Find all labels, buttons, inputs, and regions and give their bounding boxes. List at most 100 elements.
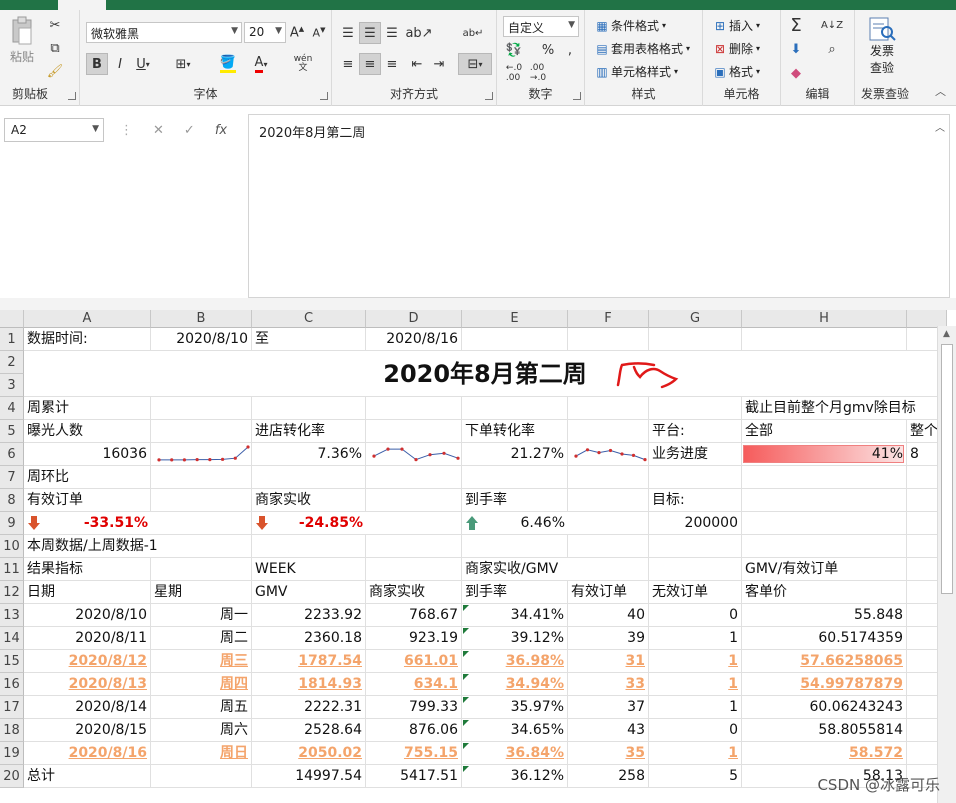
cut-button[interactable]: ✂ xyxy=(44,14,66,36)
cell-empty[interactable] xyxy=(366,489,462,512)
cell-g9[interactable]: 200000 xyxy=(649,512,742,535)
column-header-g[interactable]: G xyxy=(649,310,742,328)
table-cell[interactable]: 40 xyxy=(568,604,649,627)
number-launcher-icon[interactable] xyxy=(573,92,581,100)
name-box[interactable]: A2 ▼ xyxy=(4,118,104,142)
column-header-e[interactable]: E xyxy=(462,310,568,328)
conditional-format-button[interactable]: ▦ 条件格式 ▾ xyxy=(593,17,666,34)
number-format-select[interactable]: 自定义 ▼ xyxy=(503,16,579,37)
cell-c1[interactable]: 至 xyxy=(252,328,366,351)
table-cell[interactable]: 1 xyxy=(649,650,742,673)
border-button[interactable]: ⊞ ▾ xyxy=(172,53,194,75)
font-name-select[interactable]: 微软雅黑 ▼ xyxy=(86,22,242,43)
insert-cells-button[interactable]: ⊞ 插入 ▾ xyxy=(711,17,760,34)
table-cell[interactable]: 39.12% xyxy=(462,627,568,650)
align-left-button[interactable]: ≡ xyxy=(337,53,359,75)
cell-empty[interactable] xyxy=(742,535,907,558)
fill-button[interactable]: ⬇ xyxy=(785,38,807,60)
table-header-h[interactable]: 客单价 xyxy=(742,581,907,604)
clear-button[interactable]: ◆ xyxy=(785,62,807,84)
align-center-button[interactable]: ≡ xyxy=(359,53,381,75)
table-cell[interactable]: 661.01 xyxy=(366,650,462,673)
invoice-check-button[interactable]: 发票 查验 xyxy=(867,16,897,76)
cell-empty[interactable] xyxy=(252,535,366,558)
table-cell[interactable]: 36.98% xyxy=(462,650,568,673)
table-cell[interactable]: 2222.31 xyxy=(252,696,366,719)
bold-button[interactable]: B xyxy=(86,53,108,75)
table-cell[interactable]: 0 xyxy=(649,719,742,742)
row-header-15[interactable]: 15 xyxy=(0,650,24,673)
orientation-button[interactable]: ab↗ xyxy=(405,22,432,44)
cell-c6[interactable]: 7.36% xyxy=(252,443,366,466)
row-header-19[interactable]: 19 xyxy=(0,742,24,765)
row-header-18[interactable]: 18 xyxy=(0,719,24,742)
row-header-7[interactable]: 7 xyxy=(0,466,24,489)
cell-c8[interactable]: 商家实收 xyxy=(252,489,366,512)
table-cell[interactable]: 1 xyxy=(649,696,742,719)
cell-empty[interactable] xyxy=(252,466,366,489)
cell-empty[interactable] xyxy=(462,328,568,351)
table-header-b[interactable]: 星期 xyxy=(151,581,252,604)
table-cell[interactable]: 755.15 xyxy=(366,742,462,765)
cancel-icon[interactable]: ✕ xyxy=(153,123,164,138)
table-cell[interactable]: 799.33 xyxy=(366,696,462,719)
phonetic-button[interactable]: wén 文 xyxy=(292,53,314,75)
table-cell[interactable]: 2233.92 xyxy=(252,604,366,627)
grow-font-button[interactable]: A▲ xyxy=(286,22,308,44)
italic-button[interactable]: I xyxy=(109,53,131,75)
cell-empty[interactable] xyxy=(649,397,742,420)
table-cell[interactable]: 周一 xyxy=(151,604,252,627)
table-cell[interactable]: 周四 xyxy=(151,673,252,696)
table-cell[interactable]: 周六 xyxy=(151,719,252,742)
cell-empty[interactable] xyxy=(568,420,649,443)
cell-b1[interactable]: 2020/8/10 xyxy=(151,328,252,351)
comma-style-button[interactable]: , xyxy=(559,39,581,61)
merge-center-button[interactable]: ⊟ ▾ xyxy=(458,53,492,75)
table-cell[interactable]: 60.5174359 xyxy=(742,627,907,650)
table-cell[interactable]: 0 xyxy=(649,604,742,627)
table-cell[interactable]: 1 xyxy=(649,742,742,765)
font-size-select[interactable]: 20 ▼ xyxy=(244,22,286,43)
table-cell[interactable]: 35 xyxy=(568,742,649,765)
report-title[interactable]: 2020年8月第二周 xyxy=(24,351,947,397)
table-cell[interactable]: 35.97% xyxy=(462,696,568,719)
column-header-c[interactable]: C xyxy=(252,310,366,328)
table-header-f[interactable]: 有效订单 xyxy=(568,581,649,604)
select-all-corner[interactable] xyxy=(0,310,24,328)
cell-h5[interactable]: 全部 xyxy=(742,420,907,443)
table-cell[interactable]: 2528.64 xyxy=(252,719,366,742)
table-cell[interactable]: 33 xyxy=(568,673,649,696)
row-header-8[interactable]: 8 xyxy=(0,489,24,512)
table-cell[interactable]: 54.99787879 xyxy=(742,673,907,696)
format-cells-button[interactable]: ▣ 格式 ▾ xyxy=(711,63,760,80)
cell-empty[interactable] xyxy=(366,420,462,443)
cell-empty[interactable] xyxy=(649,466,742,489)
paste-button[interactable]: 粘贴 xyxy=(8,16,36,65)
table-cell[interactable]: 58.572 xyxy=(742,742,907,765)
cell-a8[interactable]: 有效订单 xyxy=(24,489,151,512)
table-header-a[interactable]: 日期 xyxy=(24,581,151,604)
table-header-g[interactable]: 无效订单 xyxy=(649,581,742,604)
total-g[interactable]: 5 xyxy=(649,765,742,788)
row-header-9[interactable]: 9 xyxy=(0,512,24,535)
cell-empty[interactable] xyxy=(568,328,649,351)
cell-a5[interactable]: 曝光人数 xyxy=(24,420,151,443)
table-cell[interactable]: 923.19 xyxy=(366,627,462,650)
cell-c11[interactable]: WEEK xyxy=(252,558,366,581)
column-header-b[interactable]: B xyxy=(151,310,252,328)
clipboard-launcher-icon[interactable] xyxy=(68,92,76,100)
row-header-10[interactable]: 10 xyxy=(0,535,24,558)
table-cell[interactable]: 周二 xyxy=(151,627,252,650)
cell-a10[interactable]: 本周数据/上周数据-1 xyxy=(24,535,252,558)
scroll-up-icon[interactable]: ▲ xyxy=(943,329,950,339)
total-e[interactable]: 36.12% xyxy=(462,765,568,788)
total-label[interactable]: 总计 xyxy=(24,765,151,788)
cell-empty[interactable] xyxy=(742,466,907,489)
autosum-button[interactable]: Σ xyxy=(785,14,807,36)
cell-g6[interactable]: 业务进度 xyxy=(649,443,742,466)
table-header-e[interactable]: 到手率 xyxy=(462,581,568,604)
format-painter-button[interactable]: 🖌 xyxy=(44,60,66,82)
cell-empty[interactable] xyxy=(151,397,252,420)
cell-g8[interactable]: 目标: xyxy=(649,489,742,512)
cell-empty[interactable] xyxy=(151,558,252,581)
